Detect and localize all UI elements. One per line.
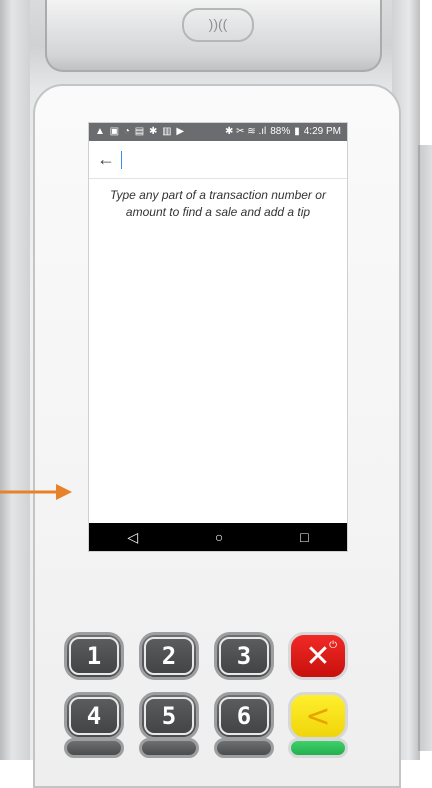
arrow-left-icon[interactable]: ← xyxy=(97,149,117,170)
power-icon: ⏻ xyxy=(329,640,337,651)
pointer-arrow-icon xyxy=(0,484,72,500)
card-slot xyxy=(418,145,432,751)
enter-button[interactable] xyxy=(288,738,348,758)
contactless-icon: ))(( xyxy=(182,8,254,42)
key-2[interactable]: 2 xyxy=(139,632,199,680)
search-hint: Type any part of a transaction number or… xyxy=(110,188,326,219)
key-6[interactable]: 6 xyxy=(214,692,274,740)
search-bar: ← xyxy=(89,141,347,179)
battery-level: 88% xyxy=(270,126,291,137)
android-nav-bar: ◁ ○ □ xyxy=(89,523,347,551)
status-notification-icons: ▲ ▣ ◔ ▤ ✱ ▥ ▶ xyxy=(95,126,186,137)
key-9-partial[interactable] xyxy=(214,738,274,758)
key-8-partial[interactable] xyxy=(139,738,199,758)
terminal-screen: ▲ ▣ ◔ ▤ ✱ ▥ ▶ ✱ ✂ ≋ .ıl 88% ▮ 4:29 PM ← … xyxy=(88,122,348,552)
battery-icon: ▮ xyxy=(294,126,300,137)
status-bar: ▲ ▣ ◔ ▤ ✱ ▥ ▶ ✱ ✂ ≋ .ıl 88% ▮ 4:29 PM xyxy=(89,123,347,141)
device-left-rail xyxy=(0,0,30,760)
nav-back-icon[interactable]: ◁ xyxy=(127,529,138,546)
key-7-partial[interactable] xyxy=(64,738,124,758)
key-1[interactable]: 1 xyxy=(64,632,124,680)
connectivity-icons: ✱ ✂ ≋ .ıl xyxy=(224,126,267,137)
clear-button[interactable]: < xyxy=(288,692,348,740)
search-input[interactable] xyxy=(121,150,339,169)
clock: 4:29 PM xyxy=(303,126,341,137)
nav-recents-icon[interactable]: □ xyxy=(300,529,308,545)
key-4[interactable]: 4 xyxy=(64,692,124,740)
status-system-icons: ✱ ✂ ≋ .ıl 88% ▮ 4:29 PM xyxy=(225,123,341,141)
chevron-left-icon: < xyxy=(305,698,331,734)
cancel-power-button[interactable]: ✕ ⏻ xyxy=(288,632,348,680)
key-5[interactable]: 5 xyxy=(139,692,199,740)
key-3[interactable]: 3 xyxy=(214,632,274,680)
nav-home-icon[interactable]: ○ xyxy=(215,529,223,545)
